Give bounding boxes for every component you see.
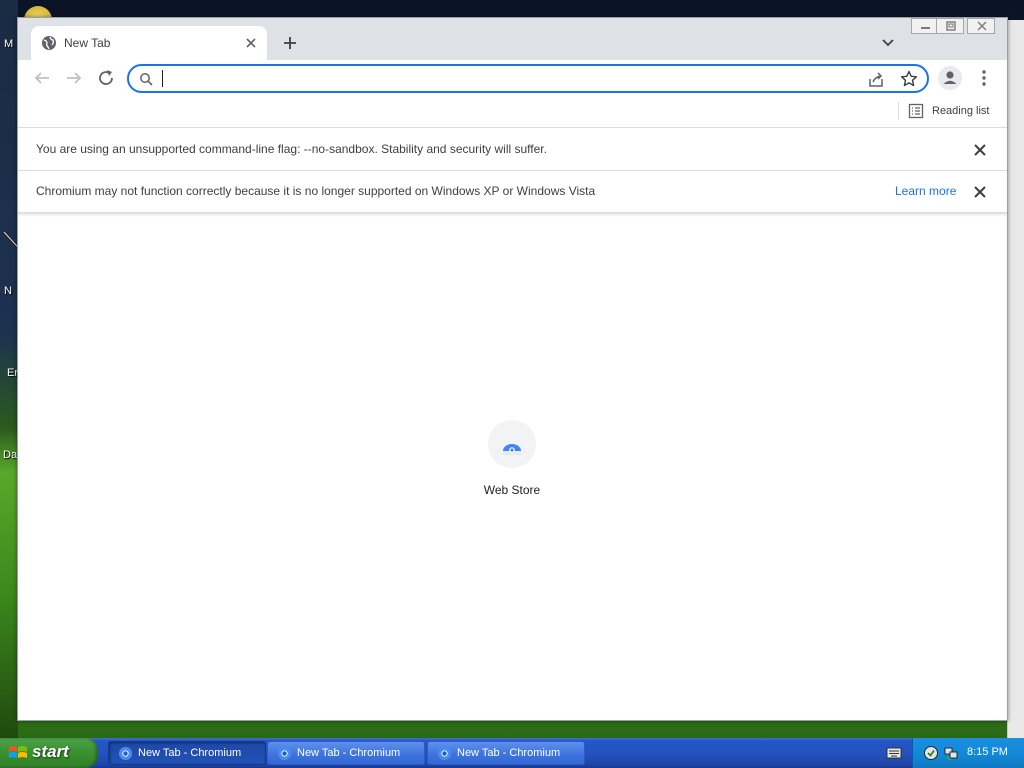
back-arrow-icon[interactable] (30, 66, 54, 90)
keyboard-icon[interactable] (886, 746, 902, 760)
shortcut-tile (488, 420, 536, 468)
security-shield-icon[interactable] (923, 745, 939, 761)
close-tab-icon[interactable] (243, 35, 259, 51)
address-bar[interactable] (127, 64, 929, 93)
taskbar-button-label: New Tab - Chromium (297, 747, 401, 759)
maximize-button[interactable] (936, 18, 964, 34)
tab-search-chevron-icon[interactable] (878, 32, 898, 52)
reading-list-label: Reading list (932, 105, 990, 117)
tab-strip: New Tab (18, 18, 1007, 60)
taskbar-button-label: New Tab - Chromium (457, 747, 561, 759)
taskbar-button-label: New Tab - Chromium (138, 747, 242, 759)
globe-icon (42, 36, 56, 50)
background-window-edge (1007, 20, 1024, 738)
desktop-icon-label[interactable]: N (4, 285, 12, 297)
web-store-icon (503, 444, 521, 455)
shortcut-web-store[interactable]: Web Store (464, 420, 560, 510)
windows-flag-icon (9, 746, 27, 758)
bookmarks-bar: Reading list (18, 96, 1007, 128)
forward-arrow-icon[interactable] (62, 66, 86, 90)
infobar-no-sandbox: You are using an unsupported command-lin… (18, 129, 1007, 171)
new-tab-button[interactable] (278, 31, 302, 55)
reading-list-icon (908, 103, 924, 119)
address-input[interactable] (163, 69, 853, 89)
share-icon[interactable] (867, 71, 885, 89)
text-caret (162, 70, 163, 87)
network-icon[interactable] (943, 745, 959, 761)
start-button[interactable]: start (0, 738, 98, 768)
tab-new-tab[interactable]: New Tab (31, 26, 267, 60)
person-icon (943, 71, 957, 84)
learn-more-link[interactable]: Learn more (895, 184, 956, 198)
infobar-unsupported-os: Chromium may not function correctly beca… (18, 171, 1007, 213)
system-tray: 8:15 PM (912, 738, 1024, 768)
reading-list-button[interactable]: Reading list (908, 101, 989, 121)
chromium-icon (437, 746, 452, 761)
bookmark-star-icon[interactable] (900, 70, 918, 88)
close-window-button[interactable] (967, 18, 995, 34)
close-icon[interactable] (972, 142, 988, 158)
reload-icon[interactable] (94, 66, 118, 90)
taskbar-button-chromium[interactable]: New Tab - Chromium (267, 741, 425, 765)
chromium-icon (118, 746, 133, 761)
search-icon (140, 73, 153, 86)
toolbar (18, 60, 1007, 96)
taskbar: start New Tab - Chromium New Tab - Chrom… (0, 738, 1024, 768)
infobar-message: Chromium may not function correctly beca… (36, 184, 596, 198)
browser-window: New Tab Reading list You are using an un… (17, 17, 1008, 721)
shortcut-label: Web Store (483, 483, 541, 497)
chromium-icon (277, 746, 292, 761)
new-tab-page: Web Store (18, 213, 1007, 720)
start-label: start (32, 742, 69, 761)
profile-avatar-button[interactable] (938, 66, 962, 90)
close-icon[interactable] (972, 184, 988, 200)
clock[interactable]: 8:15 PM (967, 746, 1008, 758)
taskbar-button-chromium[interactable]: New Tab - Chromium (427, 741, 585, 765)
infobar-message: You are using an unsupported command-lin… (36, 142, 547, 156)
desktop-icon-label[interactable]: M (4, 38, 13, 50)
kebab-menu-icon[interactable] (972, 66, 996, 90)
taskbar-button-chromium[interactable]: New Tab - Chromium (108, 741, 266, 765)
minimize-button[interactable] (911, 18, 939, 34)
bookmarks-separator (898, 102, 899, 120)
desktop-icon-label[interactable]: Da (3, 449, 17, 461)
tab-title: New Tab (64, 36, 111, 50)
